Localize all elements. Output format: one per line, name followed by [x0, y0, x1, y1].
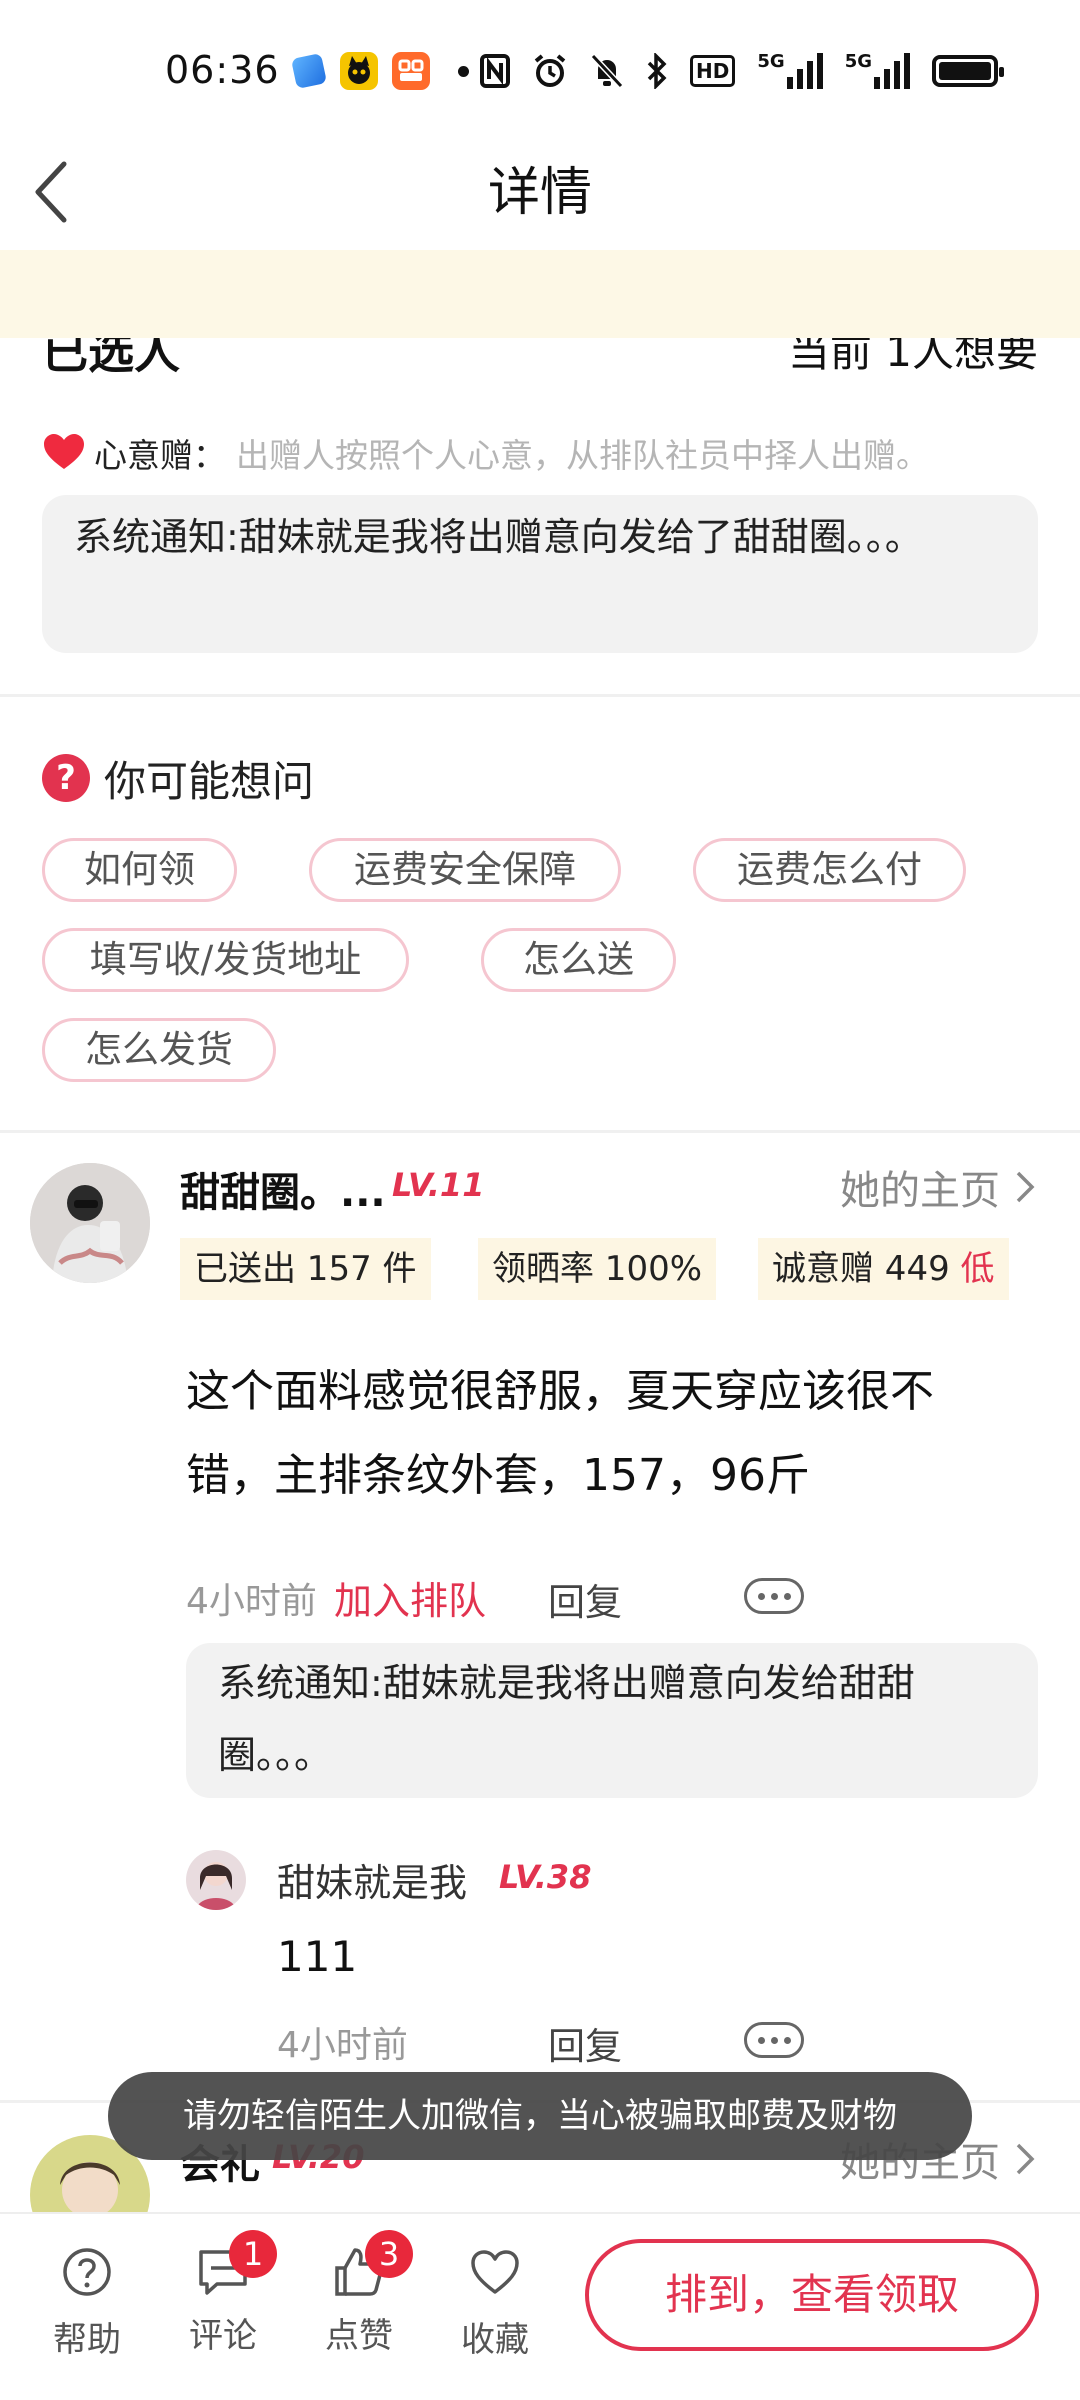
reply-button[interactable]: 回复 [548, 1572, 622, 1626]
warning-toast: 请勿轻信陌生人加微信，当心被骗取邮费及财物 [108, 2072, 972, 2160]
bottom-action-bar: 帮助 1 评论 3 点赞 收藏 排到，查看领取 [0, 2212, 1080, 2400]
bluetooth-icon [647, 53, 667, 89]
cat-app-icon [340, 52, 378, 90]
intent-label: 心意赠： [94, 436, 226, 475]
join-queue-button[interactable]: 加入排队 [334, 1570, 486, 1625]
faq-title-text: 你可能想问 [104, 756, 315, 806]
more-icon[interactable] [744, 2022, 804, 2058]
favorite-tab[interactable]: 收藏 [440, 2244, 550, 2361]
faq-chip[interactable]: 运费安全保障 [309, 838, 621, 902]
alarm-icon [534, 54, 566, 87]
comment-time: 4小时前 [186, 1581, 317, 1622]
divider [0, 694, 1080, 697]
intent-row: 心意赠： 出赠人按照个人心意，从排队社员中择人出赠。 [42, 428, 929, 478]
reply-user-level: LV.38 [499, 1858, 592, 1896]
like-label: 点赞 [325, 2316, 393, 2356]
sincerity-value: 诚意赠 449 [772, 1249, 950, 1289]
reply-button[interactable]: 回复 [548, 2016, 622, 2070]
avatar[interactable] [186, 1850, 246, 1910]
comment-text: 这个面料感觉很舒服，夏天穿应该很不错，主排条纹外套，157，96斤 [186, 1366, 934, 1501]
notice-band [0, 250, 1080, 338]
like-tab[interactable]: 3 点赞 [304, 2230, 414, 2357]
profile-link[interactable]: 她的主页 [840, 1158, 1038, 1216]
sincerity-level: 低 [960, 1249, 995, 1289]
system-notice: 系统通知:甜妹就是我将出赠意向发给了甜甜圈。。。 [42, 495, 1038, 653]
heart-icon [44, 434, 84, 469]
comment-label: 评论 [189, 2316, 257, 2356]
help-tab[interactable]: 帮助 [32, 2244, 142, 2361]
faq-title: ? 你可能想问 [42, 750, 314, 806]
page-title: 详情 [487, 163, 592, 223]
reply-time: 4小时前 [277, 2025, 408, 2066]
system-notice: 系统通知:甜妹就是我将出赠意向发给甜甜圈。。。 [186, 1643, 1038, 1798]
chevron-right-icon [1016, 2143, 1035, 2175]
more-icon[interactable] [744, 1578, 804, 1614]
hd-icon: HD [690, 55, 736, 87]
sent-count: 已送出 157 件 [180, 1238, 431, 1300]
claim-button[interactable]: 排到，查看领取 [585, 2239, 1039, 2351]
show-rate: 领晒率 100% [478, 1238, 717, 1300]
reply-user-name-text: 甜妹就是我 [277, 1861, 468, 1905]
nav-bar: 详情 [0, 140, 1080, 250]
avatar[interactable] [30, 1163, 150, 1283]
notification-dot [458, 66, 469, 77]
faq-chip[interactable]: 怎么发货 [42, 1018, 276, 1082]
faq-chip[interactable]: 运费怎么付 [693, 838, 966, 902]
battery-icon [932, 55, 1004, 87]
mute-icon [590, 53, 624, 89]
favorite-icon [471, 2250, 519, 2294]
faq-chip[interactable]: 如何领 [42, 838, 237, 902]
orange-app-icon [392, 52, 430, 90]
chevron-right-icon [1016, 1171, 1035, 1203]
user-level: LV.11 [392, 1166, 485, 1204]
signal-icon: 5G [845, 53, 910, 89]
help-label: 帮助 [53, 2320, 121, 2360]
nfc-icon [480, 54, 511, 88]
divider [0, 1130, 1080, 1133]
question-icon: ? [42, 754, 90, 802]
status-bar: 06:36 HD 5G 5G [0, 0, 1080, 140]
help-icon [63, 2248, 111, 2296]
like-badge: 3 [365, 2230, 413, 2278]
reply-user-name[interactable]: 甜妹就是我 [277, 1852, 467, 1907]
comment-badge: 1 [229, 2230, 277, 2278]
system-icons: HD 5G 5G [480, 48, 1004, 94]
favorite-label: 收藏 [461, 2320, 529, 2360]
intent-desc: 出赠人按照个人心意，从排队社员中择人出赠。 [236, 436, 929, 475]
reply-text: 111 [277, 1932, 358, 1981]
user-name[interactable]: 甜甜圈。... [180, 1160, 386, 1218]
comment-tab[interactable]: 1 评论 [168, 2230, 278, 2357]
sincerity-stat: 诚意赠 449 低 [758, 1238, 1009, 1300]
status-time: 06:36 [165, 48, 280, 92]
profile-link-label: 她的主页 [840, 1168, 1000, 1214]
blue-app-icon [290, 52, 328, 90]
signal-icon: 5G [757, 53, 823, 89]
faq-chip[interactable]: 填写收/发货地址 [42, 928, 409, 992]
faq-chip[interactable]: 怎么送 [481, 928, 676, 992]
